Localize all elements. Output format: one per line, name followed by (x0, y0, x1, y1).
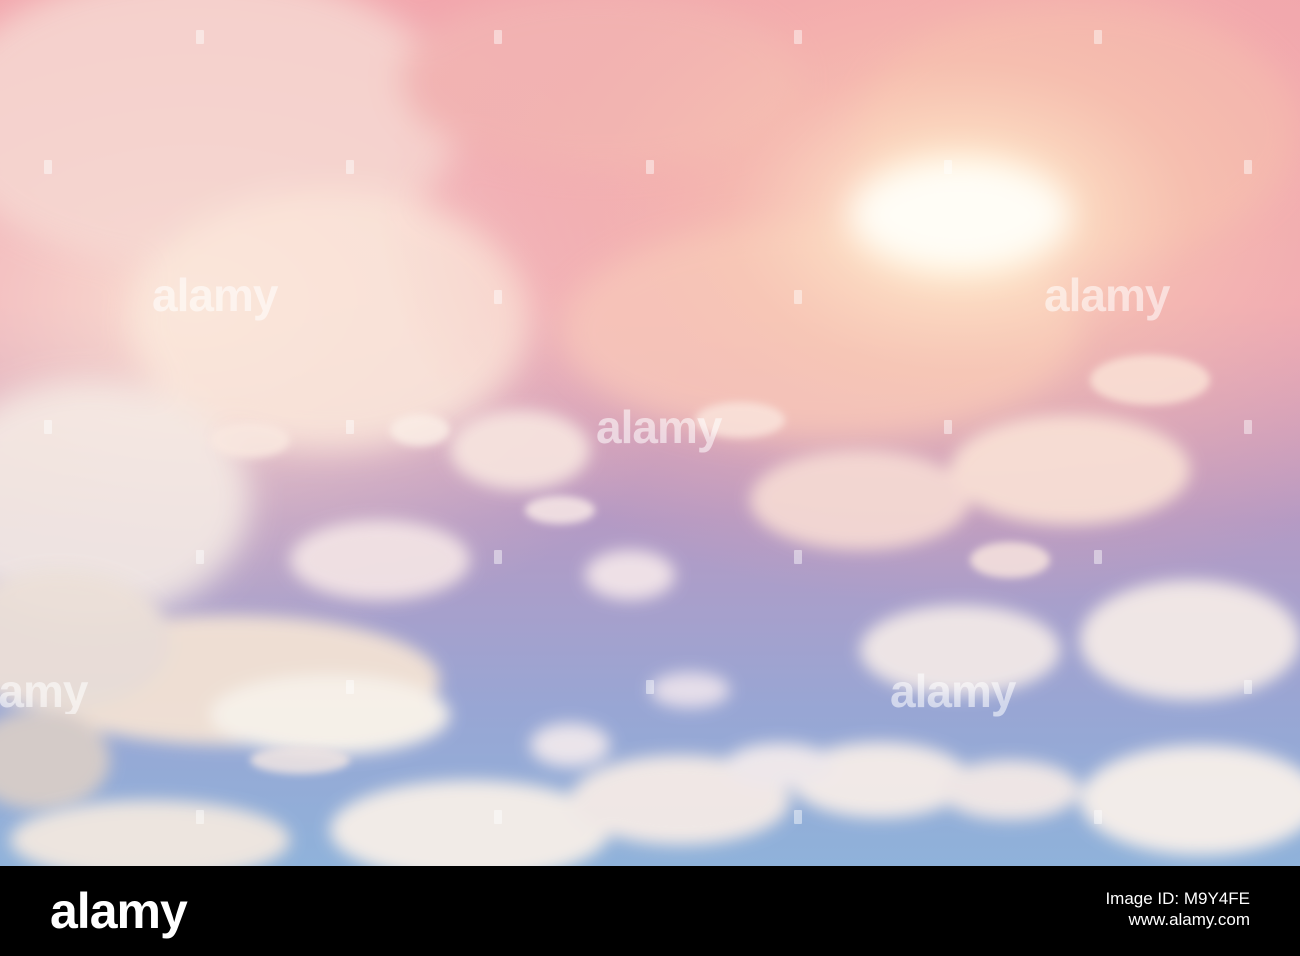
watermark-dot (346, 680, 354, 694)
watermark-dot (794, 550, 802, 564)
watermark-dot (944, 420, 952, 434)
watermark-dot (1244, 160, 1252, 174)
watermark-dot (44, 420, 52, 434)
watermark-dot (1244, 680, 1252, 694)
watermark-dot (494, 550, 502, 564)
watermark-dot (346, 160, 354, 174)
footer-url: www.alamy.com (1128, 910, 1250, 930)
sky-photo: alamy alamy alamy alamy alamy (0, 0, 1300, 866)
watermark-dot (196, 30, 204, 44)
watermark-dot (1244, 420, 1252, 434)
watermark-dot (1094, 810, 1102, 824)
watermark-dot (646, 160, 654, 174)
watermark-dot (944, 160, 952, 174)
watermark-top-right: alamy (1044, 269, 1170, 321)
watermark-bottom-right: alamy (890, 665, 1016, 717)
watermark-dot (794, 290, 802, 304)
image-id-label: Image ID: M9Y4FE (1105, 889, 1250, 908)
watermark-dot (794, 30, 802, 44)
watermark-dot (794, 810, 802, 824)
footer-logo: alamy (50, 883, 188, 939)
watermark-dot (494, 290, 502, 304)
watermark-dot (196, 810, 204, 824)
footer-bar: alamy Image ID: M9Y4FE www.alamy.com (0, 866, 1300, 956)
watermark-dot (44, 160, 52, 174)
watermark-dot (1094, 30, 1102, 44)
footer-info: Image ID: M9Y4FE www.alamy.com (1105, 888, 1250, 931)
watermark-dot (494, 810, 502, 824)
watermark-dot (1094, 550, 1102, 564)
watermark-dot (646, 680, 654, 694)
watermark-bottom-left: alamy (0, 668, 88, 714)
watermark-center: alamy (596, 401, 722, 453)
watermark-dot (346, 420, 354, 434)
watermark-top-left: alamy (152, 269, 278, 321)
watermark-dot (494, 30, 502, 44)
watermark-dot (196, 550, 204, 564)
